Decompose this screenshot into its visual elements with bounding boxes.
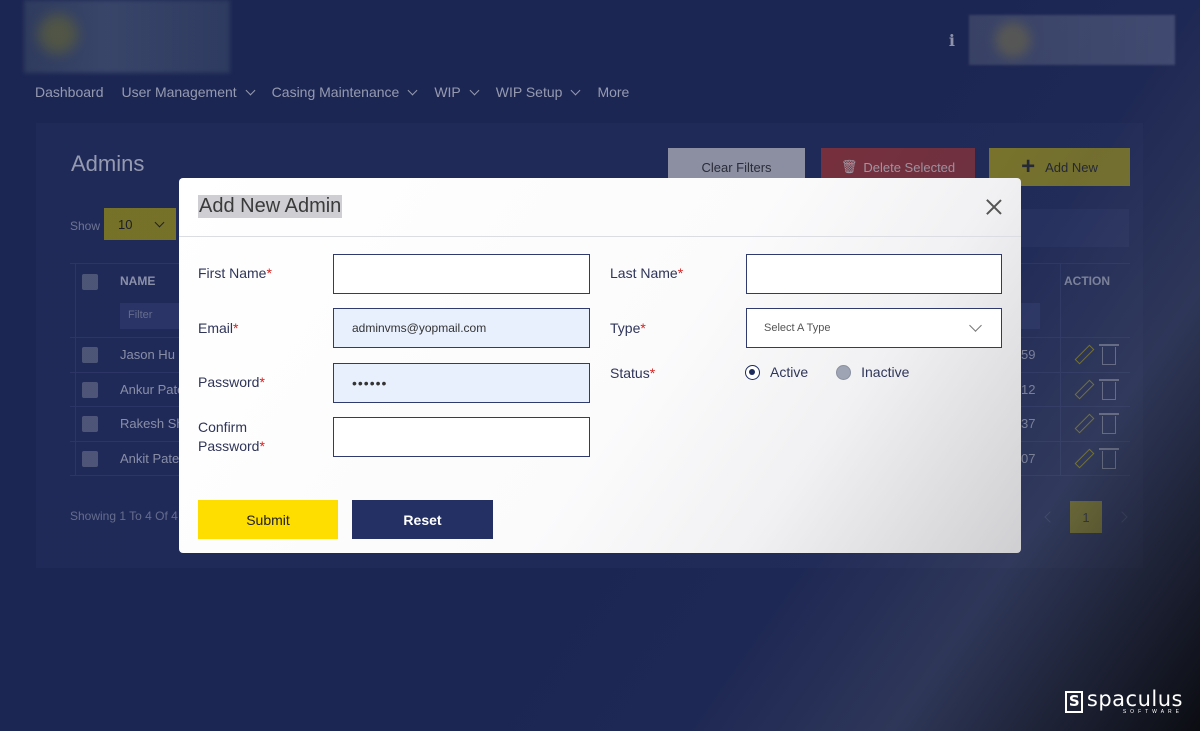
status-inactive-radio[interactable] — [836, 364, 852, 380]
modal-header: Add New Admin — [179, 178, 1021, 237]
row-value: 37 — [1021, 416, 1036, 431]
column-filter-input[interactable] — [1020, 303, 1040, 329]
pagination: 1 — [1044, 501, 1128, 533]
add-admin-modal: Add New Admin First Name* Email* Passwor… — [179, 178, 1021, 553]
last-name-input[interactable] — [746, 254, 1002, 294]
chevron-down-icon — [245, 85, 256, 95]
nav-wip[interactable]: WIP — [434, 84, 480, 100]
email-label: Email* — [198, 320, 239, 336]
chevron-down-icon — [969, 319, 982, 332]
row-name: Ankur Pate — [120, 381, 185, 397]
trash-icon: 🗑 — [840, 159, 858, 174]
edit-pencil-icon[interactable] — [1074, 414, 1092, 432]
status-radio-group: Active Inactive — [745, 364, 909, 380]
modal-footer: Submit Reset — [179, 488, 1021, 553]
brand-watermark: spaculus SOFTWARE — [1064, 687, 1183, 715]
page-size-select[interactable]: 10 — [104, 208, 176, 240]
submit-button[interactable]: Submit — [198, 500, 338, 539]
modal-title: Add New Admin — [198, 195, 343, 218]
chevron-down-icon — [407, 85, 418, 95]
chevron-down-icon — [570, 85, 581, 95]
type-select[interactable]: Select A Type — [746, 308, 1002, 348]
chevron-down-icon — [469, 85, 480, 95]
confirm-password-label: Confirm Password* — [198, 419, 265, 454]
column-header-name: NAME — [120, 274, 156, 288]
column-divider — [75, 263, 76, 476]
reset-button[interactable]: Reset — [352, 500, 493, 539]
edit-pencil-icon[interactable] — [1074, 345, 1092, 363]
trash-icon[interactable] — [1099, 447, 1119, 469]
nav-user-management[interactable]: User Management — [122, 84, 256, 100]
column-divider — [1060, 263, 1061, 476]
trash-icon[interactable] — [1099, 344, 1119, 365]
email-input[interactable] — [333, 308, 590, 348]
type-label: Type* — [610, 320, 646, 336]
row-name: Ankit Pate — [120, 450, 180, 466]
password-label: Password* — [198, 374, 265, 390]
chevron-down-icon — [155, 217, 165, 227]
status-label: Status* — [610, 365, 656, 381]
trash-icon[interactable] — [1099, 378, 1119, 400]
row-checkbox[interactable] — [82, 416, 98, 432]
main-nav: Dashboard User Management Casing Mainten… — [35, 84, 629, 100]
select-all-checkbox[interactable] — [82, 274, 98, 290]
last-name-label: Last Name* — [610, 265, 684, 281]
password-input[interactable] — [333, 363, 590, 403]
search-input[interactable] — [1021, 209, 1129, 247]
status-active-label: Active — [770, 364, 809, 380]
show-label: Show — [70, 219, 101, 233]
header-user-area: i — [949, 15, 1175, 65]
row-value: 59 — [1021, 347, 1036, 362]
brand-subtitle: SOFTWARE — [1122, 709, 1183, 715]
status-inactive-label: Inactive — [861, 364, 910, 380]
page-title: Admins — [71, 151, 145, 176]
row-checkbox[interactable] — [82, 450, 98, 467]
edit-pencil-icon[interactable] — [1074, 380, 1092, 398]
row-value: 07 — [1021, 450, 1036, 466]
info-icon[interactable]: i — [949, 31, 955, 50]
edit-pencil-icon[interactable] — [1074, 449, 1092, 467]
page-number-button[interactable]: 1 — [1070, 501, 1102, 533]
row-checkbox[interactable] — [82, 347, 98, 363]
nav-casing-maintenance[interactable]: Casing Maintenance — [272, 84, 418, 100]
nav-dashboard[interactable]: Dashboard — [35, 84, 104, 100]
spaculus-logo-icon — [1064, 691, 1083, 713]
confirm-password-input[interactable] — [333, 417, 590, 457]
brand-name: spaculus — [1086, 687, 1183, 711]
user-profile-blurred[interactable] — [969, 15, 1175, 65]
chevron-left-icon[interactable] — [1044, 511, 1056, 523]
column-header-action: ACTION — [1064, 274, 1110, 288]
chevron-right-icon[interactable] — [1116, 511, 1128, 523]
first-name-input[interactable] — [333, 254, 590, 294]
row-value: 12 — [1021, 381, 1036, 397]
status-active-radio[interactable] — [745, 364, 760, 380]
nav-wip-setup[interactable]: WIP Setup — [496, 84, 581, 100]
nav-more[interactable]: More — [597, 84, 629, 100]
trash-icon[interactable] — [1099, 413, 1119, 434]
row-name: Jason Hu — [120, 347, 175, 362]
close-icon[interactable] — [985, 198, 1003, 216]
first-name-label: First Name* — [198, 265, 272, 281]
company-logo — [24, 0, 230, 73]
row-checkbox[interactable] — [82, 381, 98, 398]
row-name: Rakesh Sh — [120, 416, 184, 431]
plus-icon: + — [1021, 153, 1036, 180]
pagination-summary: Showing 1 To 4 Of 4 — [70, 509, 178, 523]
